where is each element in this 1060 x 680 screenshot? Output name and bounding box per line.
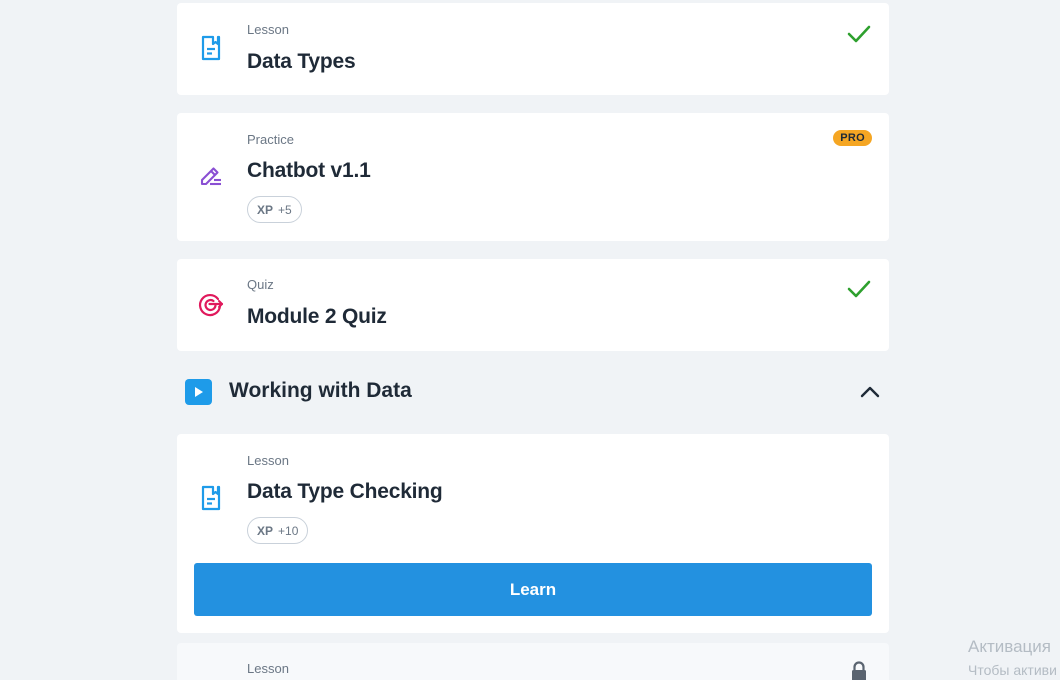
item-title: Data Type Checking — [247, 480, 443, 503]
xp-chip: XP +10 — [247, 517, 309, 544]
lesson-card-data-type-checking[interactable]: Lesson Data Type Checking XP +10 Learn — [177, 434, 889, 633]
xp-label: XP — [257, 523, 274, 538]
module-title: Working with Data — [229, 379, 412, 402]
check-icon — [847, 24, 871, 49]
chevron-up-icon[interactable] — [859, 382, 881, 402]
pro-badge: PRO — [833, 130, 872, 146]
xp-label: XP — [257, 202, 274, 217]
lesson-icon — [197, 34, 225, 62]
lock-icon — [850, 661, 868, 680]
item-title: Data Types — [247, 50, 356, 73]
item-title: Module 2 Quiz — [247, 305, 387, 328]
quiz-card-module-2[interactable]: Quiz Module 2 Quiz — [177, 259, 889, 351]
practice-card-chatbot[interactable]: Practice Chatbot v1.1 PRO XP +5 — [177, 113, 889, 241]
xp-value: +10 — [278, 523, 299, 538]
item-type-label: Practice — [247, 132, 294, 147]
quiz-icon — [197, 290, 225, 318]
learn-button[interactable]: Learn — [194, 563, 872, 616]
watermark-line-2: Чтобы активи — [968, 662, 1057, 678]
play-icon — [185, 379, 212, 405]
item-type-label: Quiz — [247, 277, 274, 292]
item-type-label: Lesson — [247, 22, 289, 37]
lesson-card-locked[interactable]: Lesson — [177, 643, 889, 680]
xp-chip: XP +5 — [247, 196, 302, 223]
item-title: Chatbot v1.1 — [247, 159, 371, 182]
lesson-card-data-types[interactable]: Lesson Data Types — [177, 3, 889, 95]
watermark-line-1: Активация — [968, 637, 1051, 656]
item-type-label: Lesson — [247, 453, 289, 468]
item-type-label: Lesson — [247, 661, 289, 676]
lesson-icon — [197, 484, 225, 512]
activation-watermark: Активация Чтобы активи — [968, 637, 1057, 678]
module-header[interactable]: Working with Data — [177, 370, 889, 414]
practice-icon — [197, 163, 225, 191]
check-icon — [847, 279, 871, 304]
xp-value: +5 — [278, 202, 292, 217]
